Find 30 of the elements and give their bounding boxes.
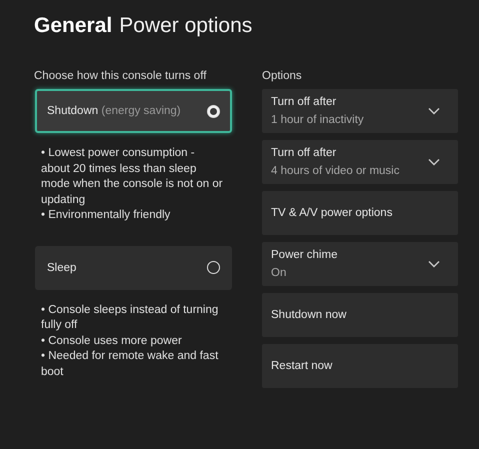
chevron-down-icon xyxy=(428,260,440,268)
description-text: • Environmentally friendly xyxy=(41,208,172,223)
dropdown-setting[interactable]: Power chime On xyxy=(262,242,458,286)
setting-label: Power chime xyxy=(271,249,338,261)
chevron-down-icon xyxy=(428,158,440,166)
radio-button[interactable] xyxy=(207,261,220,274)
section-title: General xyxy=(34,14,112,38)
page-title: Power options xyxy=(119,14,252,38)
chevron-down-icon xyxy=(428,107,440,115)
radio-button[interactable] xyxy=(207,104,220,118)
power-mode-option[interactable]: Shutdown (energy saving) xyxy=(35,89,232,133)
action-button[interactable]: Shutdown now xyxy=(262,293,458,337)
setting-label: Turn off after xyxy=(271,96,338,108)
section-heading: Options xyxy=(262,70,303,82)
setting-label: Turn off after xyxy=(271,147,338,159)
description-text: • Needed for remote wake and fast boot xyxy=(41,349,220,380)
action-button[interactable]: Restart now xyxy=(262,344,458,388)
setting-value: On xyxy=(271,267,288,279)
description-text: • Console uses more power xyxy=(41,334,183,348)
option-label: Shutdown (energy saving) xyxy=(47,105,181,117)
setting-value: 4 hours of video or music xyxy=(271,165,400,177)
action-button[interactable]: TV & A/V power options xyxy=(262,191,458,235)
setting-value: 1 hour of inactivity xyxy=(271,114,364,126)
description-text: • Console sleeps instead of turning fully off xyxy=(41,302,220,333)
dropdown-setting[interactable]: Turn off after 1 hour of inactivity xyxy=(262,89,458,133)
description-text: • Lowest power consumption - about 20 times less than sleep mode when the console is not on or updating xyxy=(41,146,224,208)
option-label: Sleep xyxy=(47,262,76,274)
power-mode-option[interactable]: Sleep xyxy=(35,246,232,290)
dropdown-setting[interactable]: Turn off after 4 hours of video or music xyxy=(262,140,458,184)
section-heading: Choose how this console turns off xyxy=(34,70,208,82)
